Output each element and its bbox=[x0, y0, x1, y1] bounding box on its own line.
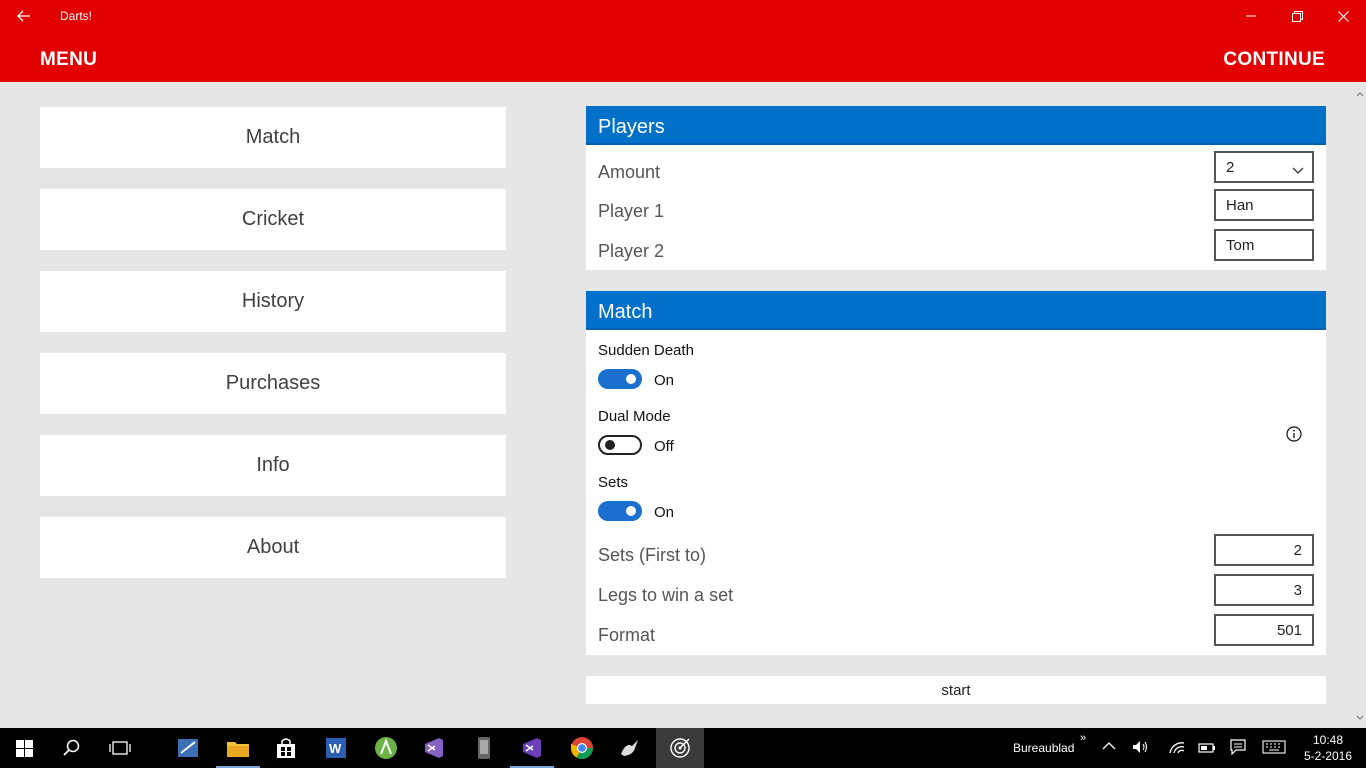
legs-input[interactable]: 3 bbox=[1214, 574, 1314, 606]
sets-state: On bbox=[654, 504, 675, 521]
scroll-up-icon[interactable] bbox=[1356, 84, 1364, 102]
visual-studio-icon[interactable] bbox=[410, 728, 458, 768]
phone-emulator-icon[interactable] bbox=[460, 728, 508, 768]
clock-date: 5-2-2016 bbox=[1303, 749, 1353, 763]
dual-mode-state: Off bbox=[654, 438, 674, 455]
sets-toggle[interactable] bbox=[598, 501, 642, 521]
desktop-toolbar-label[interactable]: Bureaublad bbox=[1013, 741, 1074, 755]
store-icon[interactable] bbox=[262, 728, 310, 768]
match-header: Match bbox=[586, 291, 1326, 330]
amount-label: Amount bbox=[598, 162, 661, 182]
player2-input[interactable]: Tom bbox=[1214, 229, 1314, 261]
darts-app-icon[interactable] bbox=[656, 728, 704, 768]
volume-icon[interactable] bbox=[1132, 739, 1150, 758]
word-icon[interactable]: W bbox=[312, 728, 360, 768]
close-button[interactable] bbox=[1320, 0, 1366, 32]
legs-label: Legs to win a set bbox=[598, 585, 734, 605]
dual-mode-label: Dual Mode bbox=[598, 408, 671, 425]
nav-item-info[interactable]: Info bbox=[40, 435, 506, 496]
task-view-icon[interactable] bbox=[96, 728, 144, 768]
player2-label: Player 2 bbox=[598, 241, 665, 261]
bird-app-icon[interactable] bbox=[606, 728, 654, 768]
scroll-down-icon[interactable] bbox=[1356, 708, 1364, 726]
title-bar: Darts! bbox=[0, 0, 1366, 32]
amount-value: 2 bbox=[1226, 159, 1235, 176]
show-hidden-icons-icon[interactable] bbox=[1102, 740, 1116, 754]
svg-text:W: W bbox=[329, 741, 342, 756]
players-header: Players bbox=[586, 106, 1326, 145]
android-studio-icon[interactable] bbox=[362, 728, 410, 768]
format-label: Format bbox=[598, 625, 656, 645]
nav-item-history[interactable]: History bbox=[40, 271, 506, 332]
player1-label: Player 1 bbox=[598, 201, 665, 221]
player1-input[interactable]: Han bbox=[1214, 189, 1314, 221]
start-button[interactable]: start bbox=[586, 676, 1326, 704]
minimize-button[interactable] bbox=[1228, 0, 1274, 32]
amount-select[interactable]: 2 bbox=[1214, 151, 1314, 183]
clock-time: 10:48 bbox=[1312, 733, 1344, 747]
sudden-death-label: Sudden Death bbox=[598, 342, 694, 359]
nav-item-match[interactable]: Match bbox=[40, 107, 506, 168]
clock[interactable]: 10:48 5-2-2016 bbox=[1300, 732, 1356, 764]
sets-first-to-label: Sets (First to) bbox=[598, 545, 707, 565]
toolbar-expand-icon[interactable]: » bbox=[1080, 732, 1086, 744]
nav-item-purchases[interactable]: Purchases bbox=[40, 353, 506, 414]
match-panel: Match Sudden Death On Dual Mode Off Sets… bbox=[586, 291, 1326, 655]
start-menu-icon[interactable] bbox=[0, 728, 48, 768]
search-icon[interactable] bbox=[48, 728, 96, 768]
chrome-icon[interactable] bbox=[558, 728, 606, 768]
app-header: MENU CONTINUE bbox=[0, 32, 1366, 82]
continue-button[interactable]: CONTINUE bbox=[1223, 49, 1325, 71]
action-center-icon[interactable] bbox=[1230, 739, 1246, 758]
info-icon[interactable] bbox=[1286, 426, 1302, 442]
menu-button[interactable]: MENU bbox=[40, 49, 97, 71]
snipping-tool-icon[interactable] bbox=[164, 728, 212, 768]
visual-studio-code-icon[interactable] bbox=[508, 728, 556, 768]
keyboard-icon[interactable] bbox=[1262, 740, 1286, 757]
chevron-down-icon bbox=[1292, 162, 1304, 179]
file-explorer-icon[interactable] bbox=[214, 728, 262, 768]
restore-button[interactable] bbox=[1274, 0, 1320, 32]
scrollbar[interactable] bbox=[1354, 82, 1366, 728]
format-input[interactable]: 501 bbox=[1214, 614, 1314, 646]
sudden-death-state: On bbox=[654, 372, 675, 389]
sudden-death-toggle[interactable] bbox=[598, 369, 642, 389]
sets-first-to-input[interactable]: 2 bbox=[1214, 534, 1314, 566]
sets-label: Sets bbox=[598, 474, 629, 491]
wifi-icon[interactable] bbox=[1168, 739, 1186, 758]
dual-mode-toggle[interactable] bbox=[598, 435, 642, 455]
taskbar: W Bureaublad » 10:48 5-2-2016 bbox=[0, 728, 1366, 768]
back-arrow-icon[interactable] bbox=[14, 6, 34, 26]
battery-icon[interactable] bbox=[1198, 740, 1216, 757]
nav-item-about[interactable]: About bbox=[40, 517, 506, 578]
nav-item-cricket[interactable]: Cricket bbox=[40, 189, 506, 250]
window-title: Darts! bbox=[60, 9, 93, 23]
players-panel: Players Amount 2 Player 1 Han Player 2 T… bbox=[586, 106, 1326, 270]
